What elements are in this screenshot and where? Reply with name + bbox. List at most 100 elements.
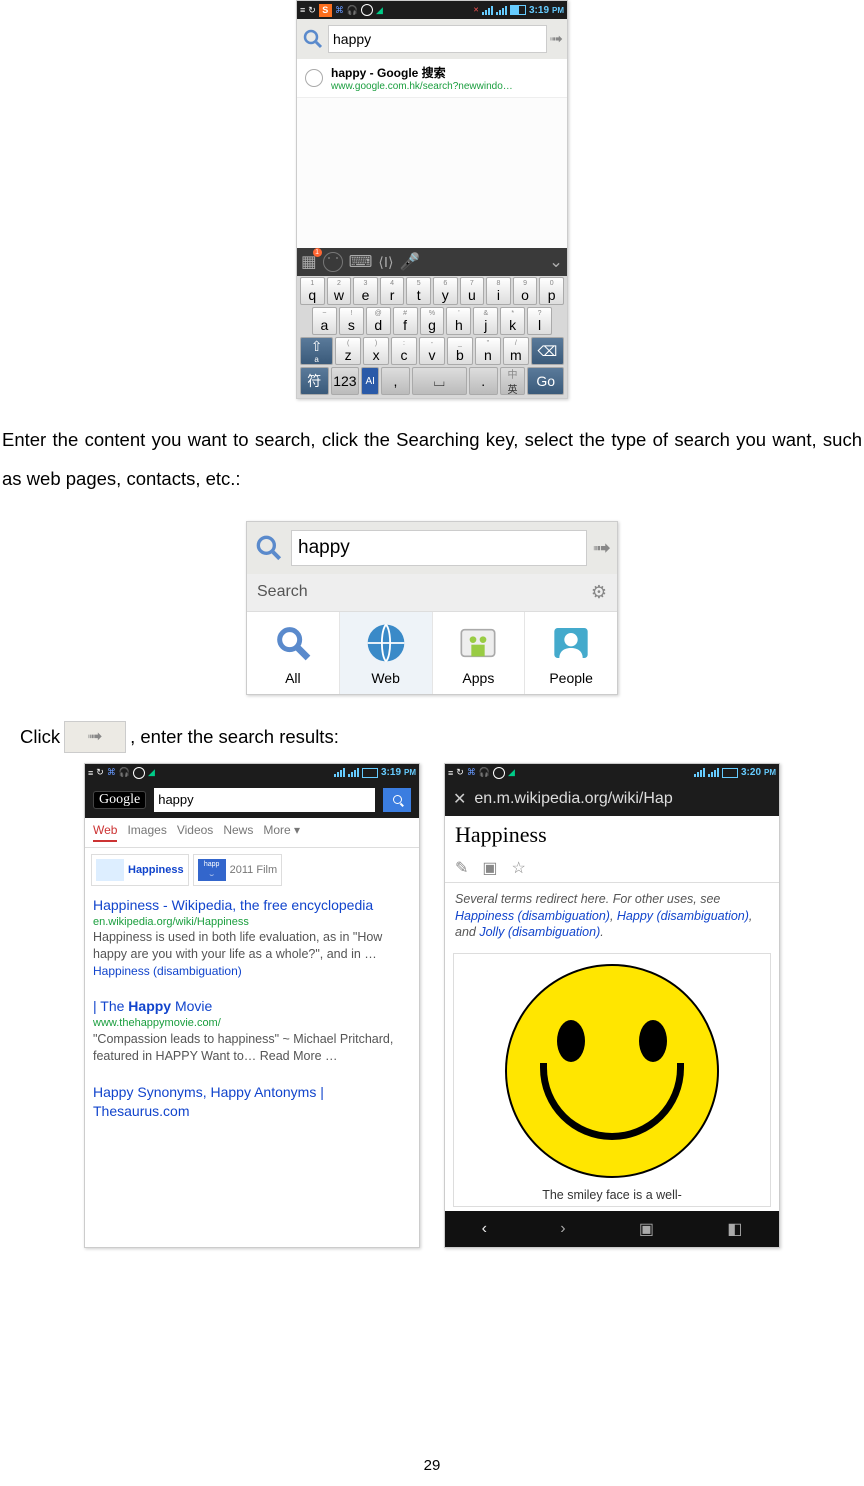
key-go[interactable]: Go	[527, 367, 564, 395]
back-icon[interactable]: ‹	[482, 1220, 487, 1238]
key-c[interactable]: :c	[391, 337, 417, 365]
close-icon[interactable]: ✕	[453, 789, 466, 809]
key-o[interactable]: 9o	[513, 277, 538, 305]
alarm-icon	[133, 767, 145, 779]
link-disambig-3[interactable]: Jolly (disambiguation)	[479, 925, 600, 939]
page-number: 29	[0, 1457, 864, 1474]
key-a[interactable]: ~a	[312, 307, 337, 335]
url-text[interactable]: en.m.wikipedia.org/wiki/Hap	[474, 790, 672, 808]
key-n[interactable]: "n	[475, 337, 501, 365]
key-period[interactable]: .	[469, 367, 498, 395]
forward-icon[interactable]: ›	[560, 1220, 565, 1238]
key-p[interactable]: 0p	[539, 277, 564, 305]
gtab-more[interactable]: More ▾	[263, 823, 300, 842]
clipboard-icon[interactable]: ⟨Ⅰ⟩	[378, 254, 393, 271]
signal-icon-2	[348, 768, 359, 777]
key-k[interactable]: *k	[500, 307, 525, 335]
key-row-1: 1q 2w 3e 4r 5t 6y 7u 8i 9o 0p	[297, 276, 567, 306]
signal-icon-2	[708, 768, 719, 777]
gtab-videos[interactable]: Videos	[177, 823, 213, 842]
tabs-icon[interactable]: ▣	[639, 1219, 654, 1239]
collapse-icon[interactable]: ⌄	[549, 252, 563, 272]
edit-icon[interactable]: ✎	[455, 858, 468, 878]
key-comma[interactable]: ,	[381, 367, 410, 395]
card-happiness[interactable]: Happiness	[91, 854, 189, 886]
tab-web[interactable]: Web	[340, 612, 433, 694]
go-arrow-icon[interactable]: ➟	[550, 29, 563, 49]
gtab-images[interactable]: Images	[127, 823, 166, 842]
tab-apps[interactable]: Apps	[433, 612, 526, 694]
keyboard-icon[interactable]: ⌨	[349, 252, 373, 272]
key-t[interactable]: 5t	[406, 277, 431, 305]
link-disambig-2[interactable]: Happy (disambiguation)	[617, 909, 749, 923]
key-u[interactable]: 7u	[460, 277, 485, 305]
key-v[interactable]: -v	[419, 337, 445, 365]
google-logo: Google	[93, 791, 146, 809]
google-search-button[interactable]	[383, 788, 411, 812]
key-s[interactable]: !s	[339, 307, 364, 335]
line-click: Click ➟ , enter the search results:	[20, 721, 864, 753]
bookmark-icon[interactable]: ◧	[727, 1219, 742, 1239]
text-enter: , enter the search results:	[130, 726, 339, 748]
key-m[interactable]: /m	[503, 337, 529, 365]
result-title: Happiness - Wikipedia, the free encyclop…	[93, 896, 411, 915]
sync-icon: ↻	[308, 5, 316, 16]
key-e[interactable]: 3e	[353, 277, 378, 305]
key-y[interactable]: 6y	[433, 277, 458, 305]
key-x[interactable]: )x	[363, 337, 389, 365]
key-ime[interactable]: AI	[361, 367, 379, 395]
card-film[interactable]: happ⌣2011 Film	[193, 854, 282, 886]
grid-icon[interactable]: ▦1	[301, 252, 317, 272]
suggestion-title: happy - Google 搜索	[331, 64, 513, 81]
key-lang[interactable]: 中英	[500, 367, 526, 395]
sync-icon: ↻	[456, 767, 464, 778]
search-icon	[253, 532, 285, 564]
key-backspace[interactable]: ⌫	[531, 337, 564, 365]
key-q[interactable]: 1q	[300, 277, 325, 305]
gtab-news[interactable]: News	[223, 823, 253, 842]
star-icon[interactable]: ☆	[512, 858, 526, 878]
key-123[interactable]: 123	[331, 367, 360, 395]
key-j[interactable]: &j	[473, 307, 498, 335]
battery-icon	[362, 768, 378, 778]
key-w[interactable]: 2w	[327, 277, 352, 305]
search-suggestion[interactable]: happy - Google 搜索 www.google.com.hk/sear…	[297, 59, 567, 98]
key-g[interactable]: %g	[420, 307, 445, 335]
emoji-icon[interactable]	[323, 252, 343, 272]
google-input[interactable]	[154, 788, 375, 812]
clock-time: 3:19	[381, 767, 401, 778]
key-r[interactable]: 4r	[380, 277, 405, 305]
alarm-icon	[361, 4, 373, 16]
mic-icon[interactable]: 🎤	[399, 253, 420, 272]
result-1[interactable]: Happiness - Wikipedia, the free encyclop…	[85, 892, 419, 984]
search-input-2[interactable]	[291, 530, 587, 566]
key-f[interactable]: #f	[393, 307, 418, 335]
tab-all[interactable]: All	[247, 612, 340, 694]
result-2[interactable]: | The Happy Movie www.thehappymovie.com/…	[85, 993, 419, 1068]
key-i[interactable]: 8i	[486, 277, 511, 305]
kb-toolbar: ▦1 ⌨ ⟨Ⅰ⟩ 🎤 ⌄	[297, 248, 567, 276]
key-b[interactable]: _b	[447, 337, 473, 365]
key-d[interactable]: @d	[366, 307, 391, 335]
smiley-image	[505, 964, 719, 1178]
bluetooth-icon: ⌘	[335, 5, 344, 16]
key-h[interactable]: 'h	[446, 307, 471, 335]
image-icon[interactable]: ▣	[482, 858, 497, 878]
menu-icon: ≡	[88, 768, 93, 778]
key-space[interactable]: ⌴	[412, 367, 467, 395]
tab-people[interactable]: People	[525, 612, 617, 694]
result-3[interactable]: Happy Synonyms, Happy Antonyms | Thesaur…	[85, 1079, 419, 1125]
clock-pm: PM	[404, 768, 416, 777]
gtab-web[interactable]: Web	[93, 823, 117, 842]
image-caption: The smiley face is a well-	[456, 1186, 768, 1204]
key-l[interactable]: ?l	[527, 307, 552, 335]
settings-icon[interactable]: ⚙	[591, 582, 607, 603]
go-arrow-icon[interactable]: ➟	[593, 535, 611, 561]
signal-icon-2	[496, 6, 507, 15]
link-disambig-1[interactable]: Happiness (disambiguation)	[455, 909, 610, 923]
key-symbol[interactable]: 符	[300, 367, 329, 395]
key-z[interactable]: (z	[335, 337, 361, 365]
search-input[interactable]	[328, 25, 547, 53]
wiki-hatnote: Several terms redirect here. For other u…	[445, 883, 779, 950]
key-shift[interactable]: ⇧a	[300, 337, 333, 365]
